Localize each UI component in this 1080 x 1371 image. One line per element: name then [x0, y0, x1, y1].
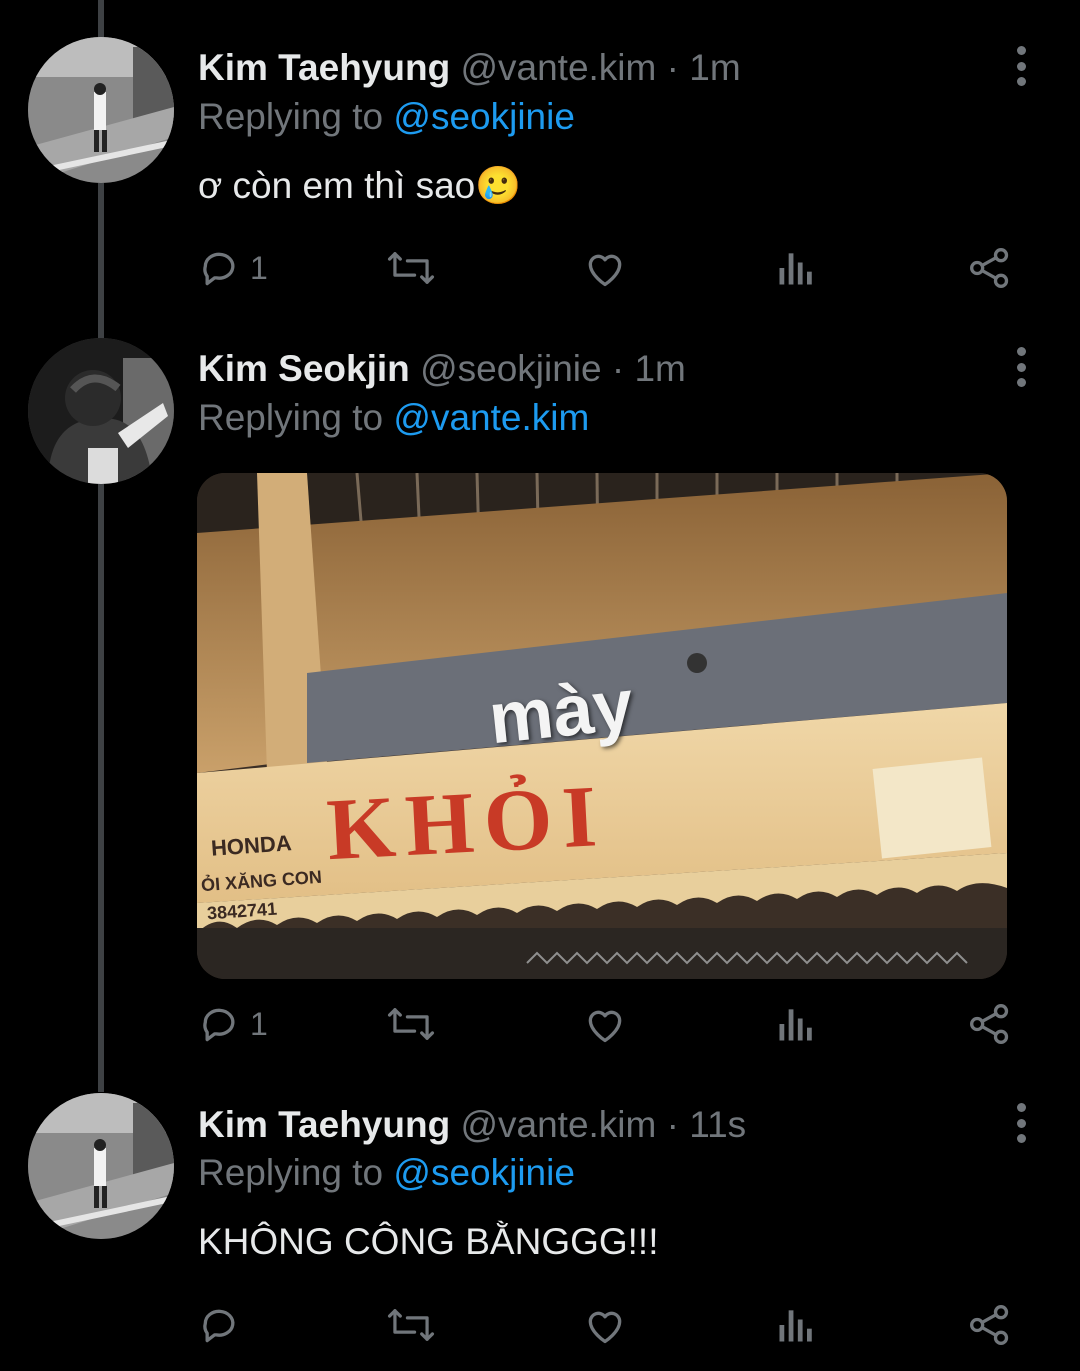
share-icon — [970, 1305, 1009, 1345]
tweet[interactable]: Kim Taehyung @vante.kim · 11s Replying t… — [0, 0, 1080, 1371]
avatar[interactable] — [28, 1093, 174, 1239]
tweet-header: Kim Taehyung @vante.kim · 11s — [198, 1100, 746, 1150]
display-name[interactable]: Kim Taehyung — [198, 1104, 450, 1145]
reply-button[interactable] — [198, 1300, 250, 1350]
tweet-text-content: KHÔNG CÔNG BẰNGGG!!! — [198, 1221, 659, 1262]
retweet-icon — [387, 1309, 435, 1341]
views-icon — [779, 1310, 812, 1342]
retweet-button[interactable] — [386, 1300, 436, 1350]
more-icon[interactable] — [1010, 1103, 1032, 1143]
share-button[interactable] — [968, 1300, 1012, 1350]
reply-icon — [203, 1309, 235, 1343]
tweet-text: KHÔNG CÔNG BẰNGGG!!! — [198, 1218, 659, 1266]
views-button[interactable] — [776, 1300, 816, 1350]
replying-to: Replying to @seokjinie — [198, 1148, 575, 1198]
like-icon — [588, 1311, 622, 1344]
like-button[interactable] — [582, 1300, 628, 1350]
separator: · — [666, 1104, 679, 1145]
user-handle[interactable]: @vante.kim — [460, 1104, 656, 1145]
mention-link[interactable]: @seokjinie — [393, 1152, 575, 1193]
replying-prefix: Replying to — [198, 1152, 384, 1193]
action-bar — [198, 1300, 1038, 1350]
timestamp[interactable]: 11s — [689, 1104, 746, 1145]
